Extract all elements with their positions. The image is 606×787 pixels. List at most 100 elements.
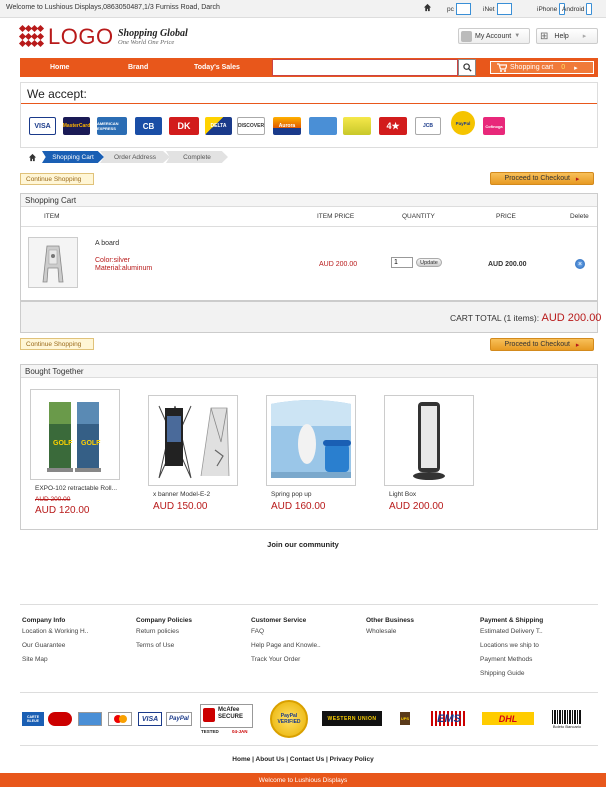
search-input[interactable] [272,59,458,76]
chevron-down-icon: ▼ [514,33,521,39]
cart-label: Shopping cart [510,64,554,71]
cart-icon [497,63,507,72]
device-android[interactable]: Android [562,3,593,15]
footer-link[interactable]: Our Guarantee [22,642,88,649]
footer-link-contact[interactable]: Contact Us [290,756,324,763]
footer-col-customer-service: Customer Service FAQ Help Page and Knowl… [251,617,321,670]
divider [20,745,598,746]
footer-link[interactable]: Wholesale [366,628,414,635]
home-icon[interactable] [423,3,432,12]
bottom-welcome-bar: Welcome to Lushious Displays [0,773,606,787]
slogan-sub: One World One Price [118,39,175,46]
we-accept-title: We accept: [27,87,87,101]
maestro-logo [48,712,72,726]
footer-link[interactable]: Return policies [136,628,192,635]
footer-col-payment-shipping: Payment & Shipping Estimated Delivery T.… [480,617,543,684]
footer-link-privacy[interactable]: Privacy Policy [330,756,374,763]
footer-heading: Company Info [22,617,66,624]
footer-link[interactable]: Payment Methods [480,656,543,663]
product-name-expo[interactable]: EXPO-102 retractable Roll... [35,485,117,492]
update-button[interactable]: Update [416,258,442,267]
device-inet[interactable]: iNet [483,3,512,15]
footer-heading: Payment & Shipping [480,617,544,624]
footer-link[interactable]: Terms of Use [136,642,192,649]
device-pc-label: pc [447,5,454,13]
continue-shopping-button-2[interactable]: Continue Shopping [20,338,94,350]
product-name-popup[interactable]: Spring pop up [271,491,311,498]
shopping-cart-button[interactable]: Shopping cart 0 ▸ [490,61,594,74]
device-iphone[interactable]: iPhone [537,3,566,15]
visa-logo: VISA [138,712,162,726]
step-order-address[interactable]: Order Address [100,151,170,163]
pc-icon [455,3,471,15]
footer-col-company-policies: Company Policies Return policies Terms o… [136,617,192,656]
help-button[interactable]: ⊞ Help ▸ [536,28,598,44]
dk-logo: DK [169,117,199,135]
nav-todays-sales[interactable]: Today's Sales [194,64,240,71]
product-name-lightbox[interactable]: Light Box [389,491,416,498]
footer-heading: Other Business [366,617,415,624]
card-logo-yellow [343,117,371,135]
footer-link-home[interactable]: Home [232,756,250,763]
mastercard-logo [108,712,132,726]
amex-logo [78,712,102,726]
bought-together-title: Bought Together [21,365,597,378]
cart-count: 0 [561,64,566,71]
product-image-xbanner[interactable] [148,395,238,486]
shopping-cart-panel: Shopping Cart [20,193,598,301]
step-shopping-cart[interactable]: Shopping Cart [42,151,104,163]
product-price-popup: AUD 160.00 [271,501,326,512]
mastercard-logo: MasterCard [63,117,90,135]
pop-up-display-image [267,396,355,485]
footer-link[interactable]: Estimated Delivery T.. [480,628,543,635]
boleto-label: Boleto Bancario [550,724,584,729]
footer-link[interactable]: Location & Working H.. [22,628,88,635]
divider [20,692,598,693]
footer-link[interactable]: Help Page and Knowle.. [251,642,321,649]
delete-icon[interactable]: × [575,259,585,269]
checkout-label: Proceed to Checkout [504,341,570,348]
step-complete[interactable]: Complete [166,151,228,163]
dhl-logo: DHL [482,712,534,725]
home-icon[interactable] [28,153,37,164]
footer-link[interactable]: Track Your Order [251,656,321,663]
product-name[interactable]: A board [95,240,119,247]
product-image-lightbox[interactable] [384,395,474,486]
help-icon: ⊞ [540,30,549,42]
my-account-button[interactable]: My Account ▼ [458,28,530,44]
nav-brand[interactable]: Brand [128,64,148,71]
shopping-cart-title: Shopping Cart [21,194,597,207]
col-delete: Delete [570,213,589,220]
card-logo-blue [309,117,337,135]
product-name-xbanner[interactable]: x banner Model-E-2 [153,491,210,498]
footer-link[interactable]: Shipping Guide [480,670,543,677]
logo-mark[interactable] [18,24,45,50]
product-thumbnail[interactable] [28,237,78,288]
product-price-lightbox: AUD 200.00 [389,501,444,512]
device-pc[interactable]: pc [447,3,471,15]
footer-link[interactable]: Site Map [22,656,88,663]
divider [21,103,597,104]
footer-link-about[interactable]: About Us [256,756,285,763]
4-star-logo: 4★ [379,117,407,135]
product-image-expo[interactable]: GOLF GOLF [30,389,120,480]
footer-link[interactable]: Locations we ship to [480,642,543,649]
col-item-price: ITEM PRICE [317,213,355,220]
aurora-logo: Aurora [273,117,301,135]
quantity-input[interactable] [391,257,413,268]
mcafee-tested: TESTED [201,729,219,734]
footer-link[interactable]: FAQ [251,628,321,635]
nav-home[interactable]: Home [50,64,69,71]
paypal-logo: PayPal [451,111,475,135]
logo-text[interactable]: LOGO [48,24,114,50]
mcafee-shield-icon [203,708,215,722]
proceed-to-checkout-button[interactable]: Proceed to Checkout ▸ [490,172,594,185]
top-bar: Welcome to Lushious Displays,0863050487,… [0,0,606,18]
continue-shopping-button[interactable]: Continue Shopping [20,173,94,185]
footer-heading: Customer Service [251,617,307,624]
device-android-label: Android [562,5,585,13]
proceed-to-checkout-button-2[interactable]: Proceed to Checkout ▸ [490,338,594,351]
search-button[interactable] [458,59,476,76]
product-image-popup[interactable] [266,395,356,486]
footer-col-company-info: Company Info Location & Working H.. Our … [22,617,88,670]
